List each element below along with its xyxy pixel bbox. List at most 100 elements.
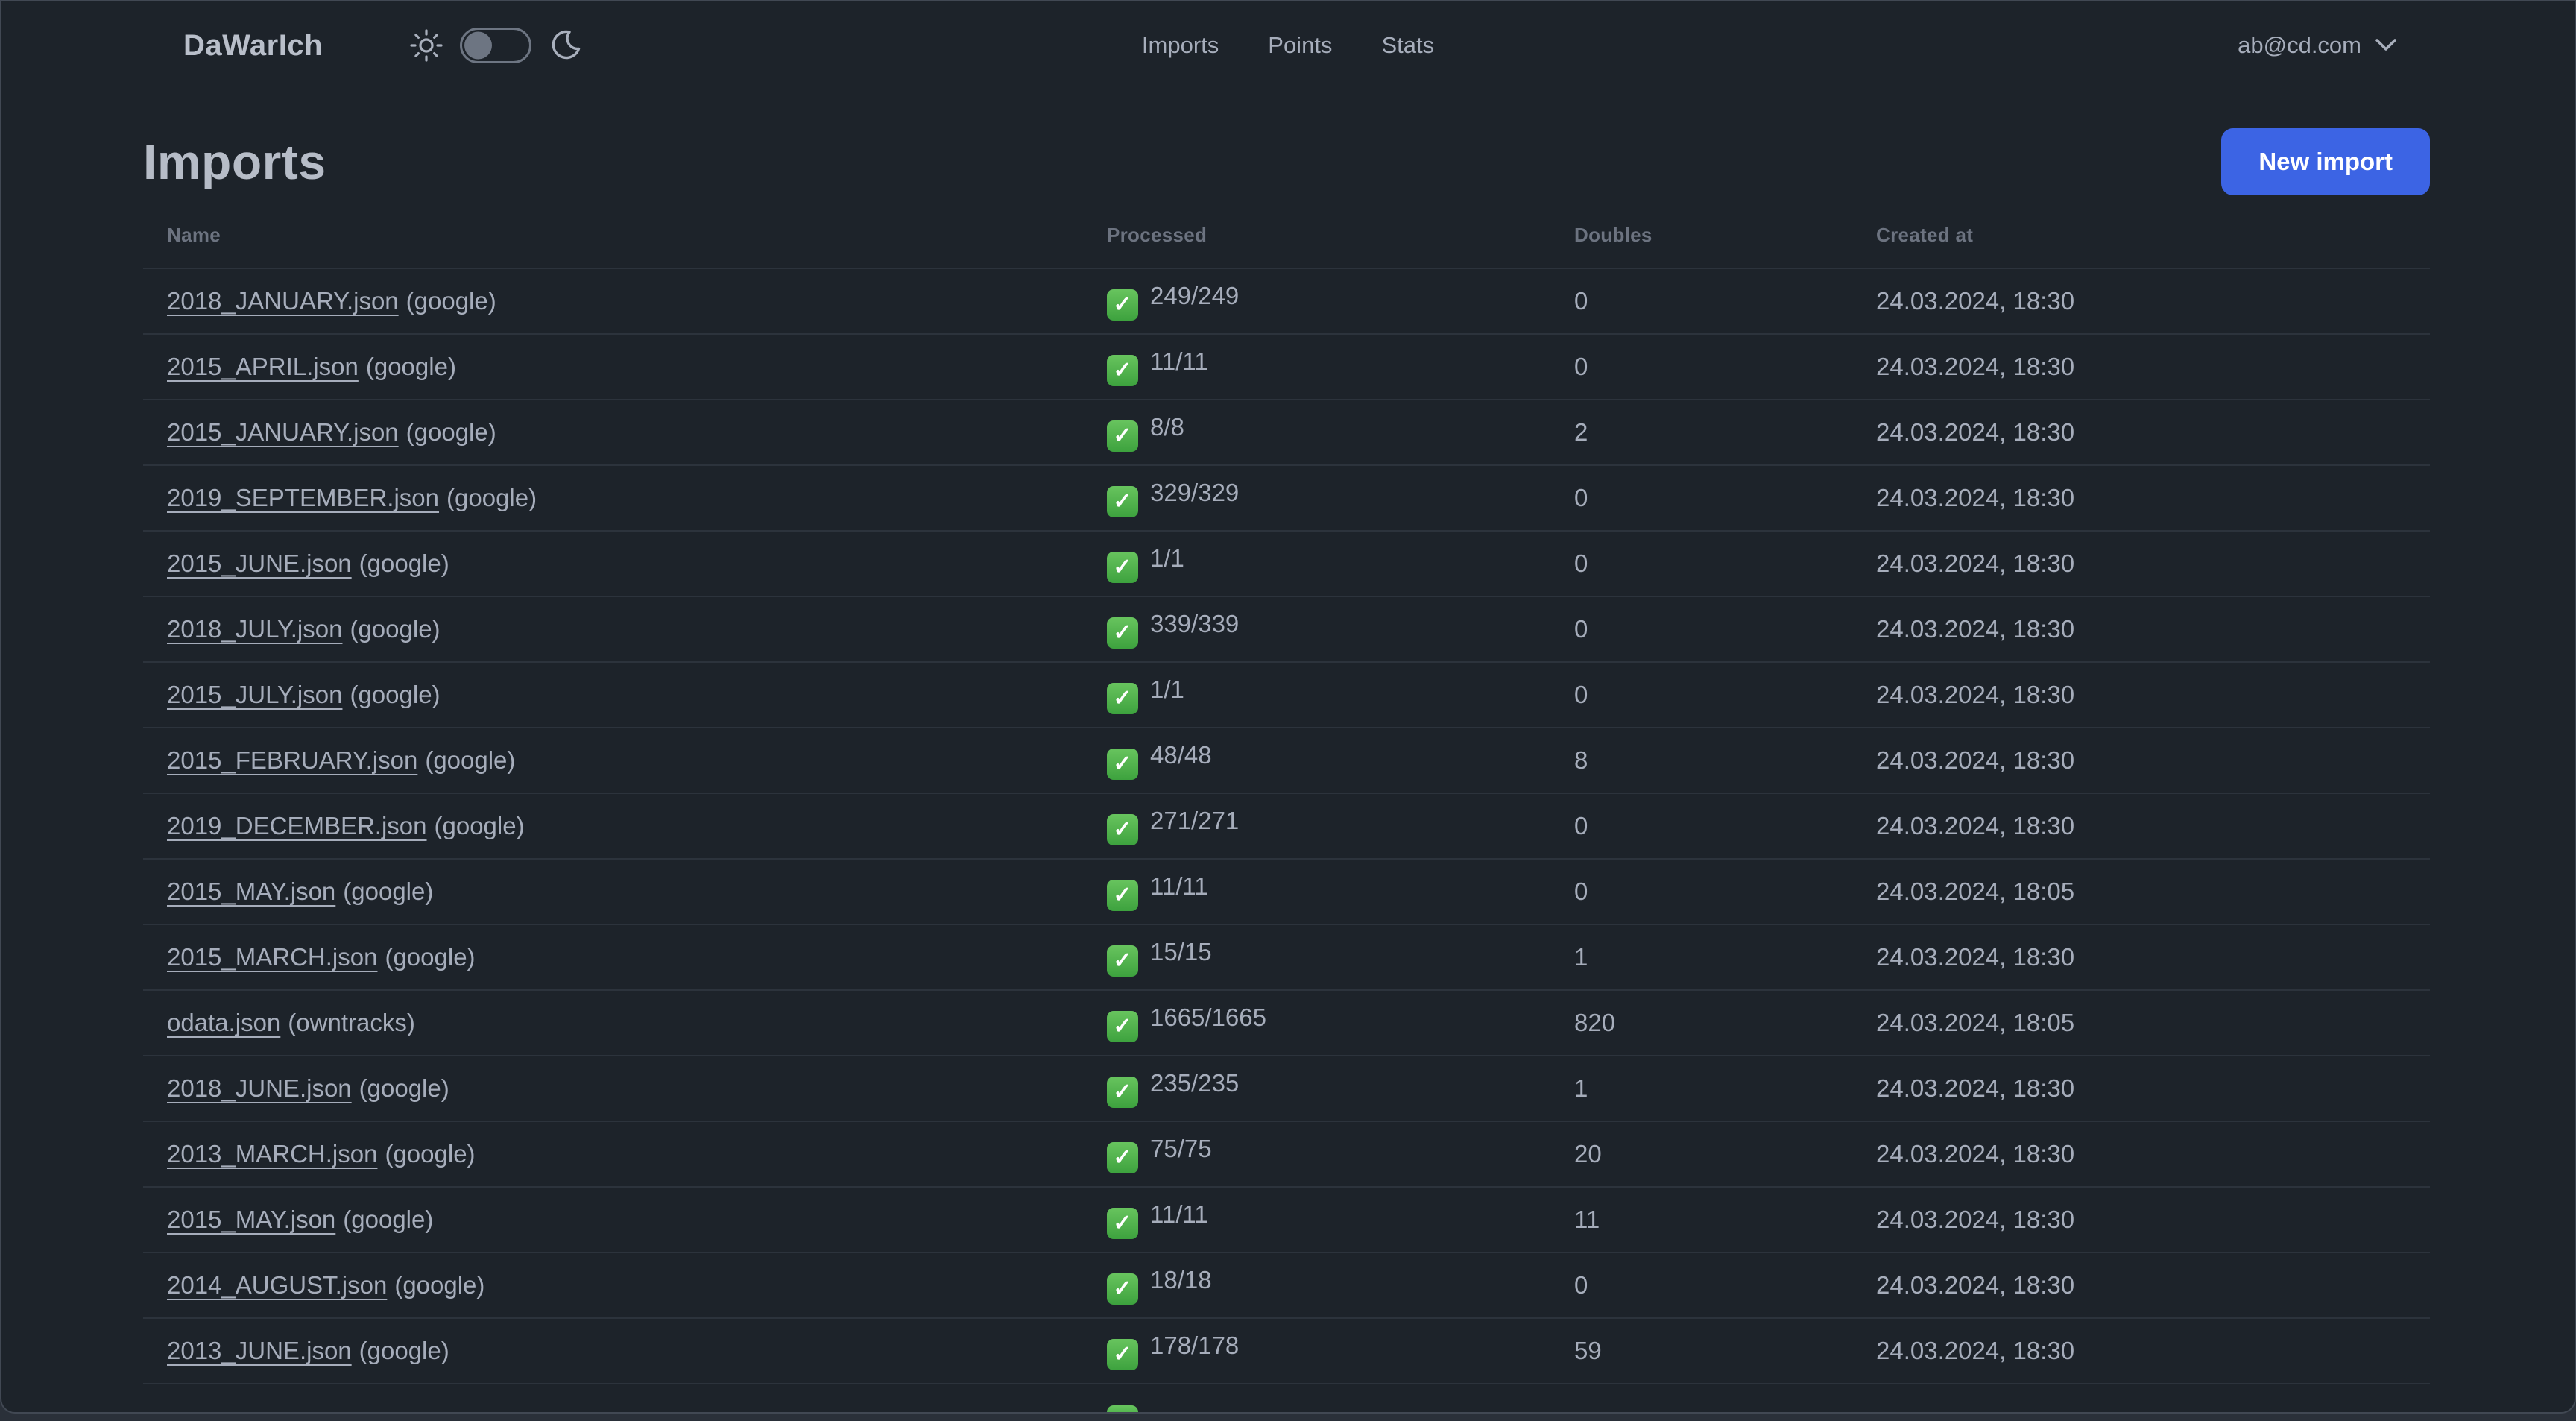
check-icon <box>1107 1338 1138 1370</box>
import-file-link[interactable]: 2018_JULY.json <box>167 615 342 643</box>
import-source: (google) <box>394 1271 485 1299</box>
import-file-link[interactable]: 2015_MARCH.json <box>167 943 377 971</box>
check-icon <box>1107 485 1138 517</box>
import-source: (owntracks) <box>288 1009 415 1036</box>
doubles-cell: 0 <box>1550 531 1852 597</box>
check-icon <box>1107 813 1138 845</box>
import-file-link[interactable]: 2018_JANUARY.json <box>167 287 399 315</box>
import-file-link[interactable]: 2015_FEBRUARY.json <box>167 746 417 774</box>
name-cell: 2015_JUNE.json (google) <box>143 531 1083 597</box>
name-cell: 2019_SEPTEMBER.json (google) <box>143 465 1083 532</box>
name-cell: 2015_MAY.json (google) <box>143 1187 1083 1253</box>
import-source: (google) <box>405 287 496 315</box>
nav-link-stats[interactable]: Stats <box>1381 32 1434 59</box>
check-icon <box>1107 1273 1138 1305</box>
processed-count: 1/1 <box>1150 544 1184 573</box>
check-icon <box>1107 420 1138 452</box>
doubles-cell: 0 <box>1550 596 1852 663</box>
theme-toggle <box>409 28 581 63</box>
processed-cell: 11/11 <box>1083 334 1550 400</box>
imports-table: Name Processed Doubles Created at 2018_J… <box>143 204 2430 1384</box>
theme-toggle-switch[interactable] <box>460 28 532 63</box>
processed-count: 1/1 <box>1150 675 1184 704</box>
col-header-name: Name <box>143 204 1083 269</box>
col-header-doubles: Doubles <box>1550 204 1852 269</box>
sun-icon <box>409 28 443 63</box>
doubles-cell: 59 <box>1550 1318 1852 1384</box>
table-row: 2019_DECEMBER.json (google) 271/271 0 24.… <box>143 793 2430 860</box>
processed-cell: 8/8 <box>1083 400 1550 466</box>
processed-count: 235/235 <box>1150 1069 1240 1097</box>
processed-cell: 249/249 <box>1083 268 1550 335</box>
chevron-down-icon <box>2375 38 2397 53</box>
nav-link-points[interactable]: Points <box>1268 32 1332 59</box>
table-row: 2014_AUGUST.json(google) 18/18 0 24.03.2… <box>143 1253 2430 1319</box>
import-file-link[interactable]: 2015_JULY.json <box>167 681 342 708</box>
import-source: (google) <box>434 812 525 839</box>
nav-link-imports[interactable]: Imports <box>1142 32 1219 59</box>
created-at-cell: 24.03.2024, 18:30 <box>1852 793 2430 860</box>
user-email: ab@cd.com <box>2238 32 2361 58</box>
table-row: 2015_MAY.json (google) 11/11 11 24.03.202… <box>143 1187 2430 1253</box>
import-file-link[interactable]: 2015_JUNE.json <box>167 549 352 577</box>
import-source: (google) <box>350 681 441 708</box>
import-file-link[interactable]: 2013_JUNE.json <box>167 1337 352 1364</box>
user-menu[interactable]: ab@cd.com <box>2238 32 2397 59</box>
doubles-cell: 20 <box>1550 1121 1852 1188</box>
table-row: 2015_MARCH.json (google) 15/15 1 24.03.20… <box>143 924 2430 991</box>
table-row: odata.json (owntracks) 1665/1665 820 24.0… <box>143 990 2430 1056</box>
processed-cell: 329/329 <box>1083 465 1550 532</box>
import-file-link[interactable]: 2014_AUGUST.json <box>167 1271 387 1299</box>
name-cell: 2014_AUGUST.json (google) <box>143 1253 1083 1319</box>
name-cell: 2018_JANUARY.json (google) <box>143 268 1083 335</box>
table-row: 2015_MAY.json (google) 11/11 0 24.03.2024… <box>143 859 2430 925</box>
import-file-link[interactable]: 2019_DECEMBER.json <box>167 812 427 839</box>
table-row: 2015_JUNE.json(google) 1/1 0 24.03.2024,… <box>143 531 2430 597</box>
doubles-cell: 820 <box>1550 990 1852 1056</box>
check-icon <box>1107 354 1138 386</box>
processed-count: 15/15 <box>1150 938 1212 966</box>
imports-page: Imports New import Name Processed Double… <box>1 89 2575 1384</box>
name-cell: 2018_JUNE.json (google) <box>143 1056 1083 1122</box>
processed-cell: 75/75 <box>1083 1121 1550 1188</box>
import-file-link[interactable]: 2013_MARCH.json <box>167 1140 377 1168</box>
table-row: 2015_JANUARY.json(google) 8/8 2 24.03.20… <box>143 400 2430 466</box>
import-file-link[interactable]: 2015_MAY.json <box>167 878 335 905</box>
processed-cell: 11/11 <box>1083 859 1550 925</box>
check-icon <box>1107 945 1138 977</box>
import-file-link[interactable]: 2015_JANUARY.json <box>167 418 399 446</box>
import-file-link[interactable]: 2019_SEPTEMBER.json <box>167 484 439 511</box>
doubles-cell: 0 <box>1550 662 1852 728</box>
check-icon <box>1107 1141 1138 1173</box>
table-row: 2013_MARCH.json (google) 75/75 20 24.03.2… <box>143 1121 2430 1188</box>
doubles-cell: 8 <box>1550 728 1852 794</box>
import-source: (google) <box>343 878 434 905</box>
processed-cell: 1/1 <box>1083 531 1550 597</box>
new-import-button[interactable]: New import <box>2221 128 2430 195</box>
created-at-cell: 24.03.2024, 18:30 <box>1852 662 2430 728</box>
import-source: (google) <box>405 418 496 446</box>
created-at-cell: 24.03.2024, 18:30 <box>1852 728 2430 794</box>
app-logo[interactable]: DaWarIch <box>183 29 323 63</box>
check-icon <box>1107 289 1138 321</box>
processed-count: 18/18 <box>1150 1266 1212 1294</box>
name-cell: odata.json (owntracks) <box>143 990 1083 1056</box>
processed-count: 249/249 <box>1150 282 1240 310</box>
import-source: (google) <box>350 615 441 643</box>
created-at-cell: 24.03.2024, 18:30 <box>1852 400 2430 466</box>
import-file-link[interactable]: 2018_JUNE.json <box>167 1074 352 1102</box>
created-at-cell: 24.03.2024, 18:30 <box>1852 596 2430 663</box>
table-row: 2015_APRIL.json(google) 11/11 0 24.03.20… <box>143 334 2430 400</box>
import-file-link[interactable]: 2015_APRIL.json <box>167 353 359 380</box>
check-icon <box>1107 551 1138 583</box>
import-source: (google) <box>446 484 537 511</box>
doubles-cell: 0 <box>1550 334 1852 400</box>
doubles-cell: 0 <box>1550 268 1852 335</box>
table-row: 2013_JUNE.json (google) 178/178 59 24.03.… <box>143 1318 2430 1384</box>
doubles-cell: 0 <box>1550 465 1852 532</box>
import-source: (google) <box>425 746 516 774</box>
table-row: 2018_JUNE.json(google) 235/235 1 24.03.2… <box>143 1056 2430 1122</box>
import-file-link[interactable]: odata.json <box>167 1009 280 1036</box>
import-file-link[interactable]: 2015_MAY.json <box>167 1206 335 1233</box>
import-source: (google) <box>359 1337 449 1364</box>
